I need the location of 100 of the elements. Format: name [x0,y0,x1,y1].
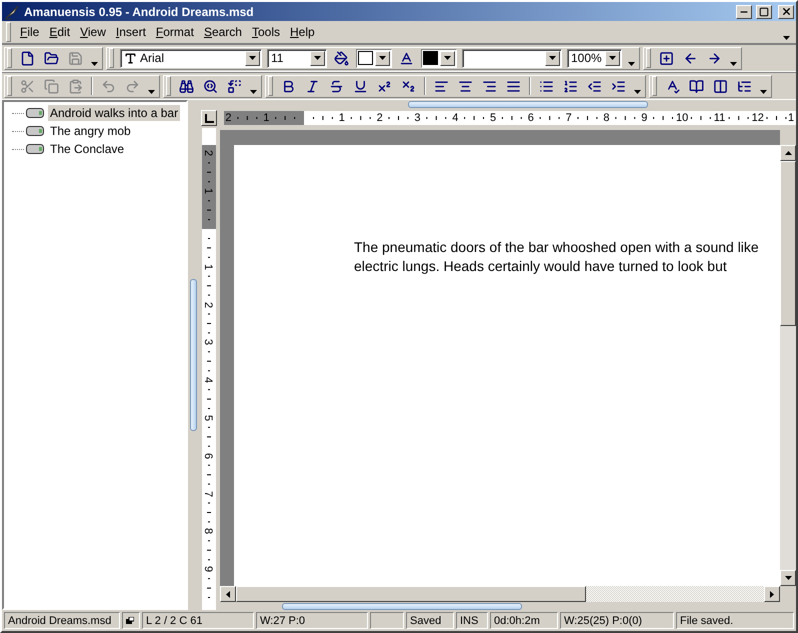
color-picker[interactable] [356,48,392,68]
ruler-number: 1 [263,111,270,125]
columns-icon [713,78,728,94]
status-panel: File saved. [676,612,794,629]
status-panel: 0d:0h:2m [490,612,558,629]
right-arrow-icon [770,590,774,598]
ruler-number: 7 [566,111,572,125]
ruler-number: 4 [452,111,458,125]
scroll-thumb[interactable] [236,586,586,602]
bullet-list-icon [539,78,554,94]
ruler-number: 1 [202,188,216,194]
combo-box[interactable]: 100% [567,48,622,68]
bold-icon [281,78,296,94]
combo-box[interactable]: 11 [267,48,327,68]
ruler-number: 1 [338,111,345,125]
indent-icon [611,78,626,94]
font-color-icon [399,50,414,66]
document-status-icon [126,616,134,624]
dropdown-arrow-icon [249,56,256,60]
numbered-list-icon [563,78,578,94]
close-icon [780,6,792,17]
tree-item[interactable]: Android walks into a bar [48,105,180,121]
dropdown-arrow-icon [782,36,790,40]
menu-item[interactable]: View [76,23,110,41]
dropdown-arrow-icon [609,56,616,60]
outdent-icon [587,78,602,94]
ruler-number: 2 [202,302,216,308]
menu-item[interactable]: File [16,23,44,41]
copy-icon [44,78,59,94]
strikethrough-icon [329,78,344,94]
save-icon [68,50,83,66]
menu-item[interactable]: Insert [112,23,150,41]
menu-item[interactable]: Search [200,23,246,41]
scroll-up-button[interactable] [780,145,796,161]
splitter-handle[interactable] [282,602,522,610]
chapter-icon [26,144,44,154]
scroll-left-button[interactable] [220,586,236,602]
document-page[interactable]: The pneumatic doors of the bar whooshed open with a sound like electric lungs. Heads certainly would have turned to look but [234,145,780,586]
ruler-number: 8 [202,528,216,534]
italic-icon [305,78,320,94]
binoculars-icon [179,78,194,94]
tree-item[interactable]: The angry mob [48,123,133,139]
ruler-number: 9 [641,111,648,125]
scroll-right-button[interactable] [764,586,780,602]
quill-icon [4,4,20,20]
chapter-icon [26,126,44,136]
undo-icon [101,78,116,94]
add-page-icon [659,50,674,66]
status-panel [370,612,404,629]
menu-item[interactable]: Tools [248,23,284,41]
align-left-icon [434,78,449,94]
tree-item[interactable]: The Conclave [48,141,126,157]
dropdown-arrow-icon [90,62,98,66]
outline-icon [737,78,752,94]
close-button[interactable] [778,4,794,18]
ruler-number: 12 [752,111,764,125]
minimize-button[interactable] [736,4,752,18]
open-folder-icon [44,50,59,66]
menu-item[interactable]: Format [152,23,198,41]
dropdown-arrow-icon [379,56,386,60]
new-file-icon [20,50,35,66]
maximize-button[interactable] [756,4,772,18]
ruler-number: 1 [202,264,216,270]
combo-box[interactable] [462,48,562,68]
ruler-number: 11 [714,111,726,125]
ruler-number: 2 [202,150,216,156]
splitter-handle[interactable] [190,279,196,431]
ruler-number: 3 [202,339,216,346]
maximize-icon [759,6,769,16]
subscript-icon [401,78,416,94]
dropdown-arrow-icon [148,90,154,94]
dropdown-arrow-icon [760,90,766,94]
align-right-icon [482,78,497,94]
paint-bucket-icon [334,50,349,66]
ruler-number: 7 [202,490,216,497]
combo-box[interactable]: Arial [120,48,262,68]
paste-icon [68,78,83,94]
ruler-number: 6 [528,111,534,125]
ruler-number: 10 [676,111,688,125]
up-arrow-icon [784,151,792,155]
horizontal-scrollbar[interactable] [220,586,780,602]
vertical-scrollbar[interactable] [780,145,796,586]
scroll-down-button[interactable] [780,570,796,586]
cut-icon [20,78,35,94]
underline-icon [353,78,368,94]
status-panel: W:25(25) P:0(0) [560,612,674,629]
status-panel: W:27 P:0 [256,612,368,629]
ruler-number: 4 [202,377,216,384]
document-text: electric lungs. Heads certainly would have turned to look but [354,257,728,276]
ruler-number: 1 [788,111,794,125]
tab-stop-button[interactable] [201,110,217,126]
dropdown-arrow-icon [730,62,736,66]
menu-item[interactable]: Help [286,23,319,41]
scroll-thumb[interactable] [780,161,796,326]
splitter-handle[interactable] [408,100,648,108]
status-panel: INS [456,612,488,629]
menu-item[interactable]: Edit [45,23,74,41]
color-picker[interactable] [421,48,457,68]
dropdown-arrow-icon [784,576,792,580]
replace-icon [227,78,242,94]
